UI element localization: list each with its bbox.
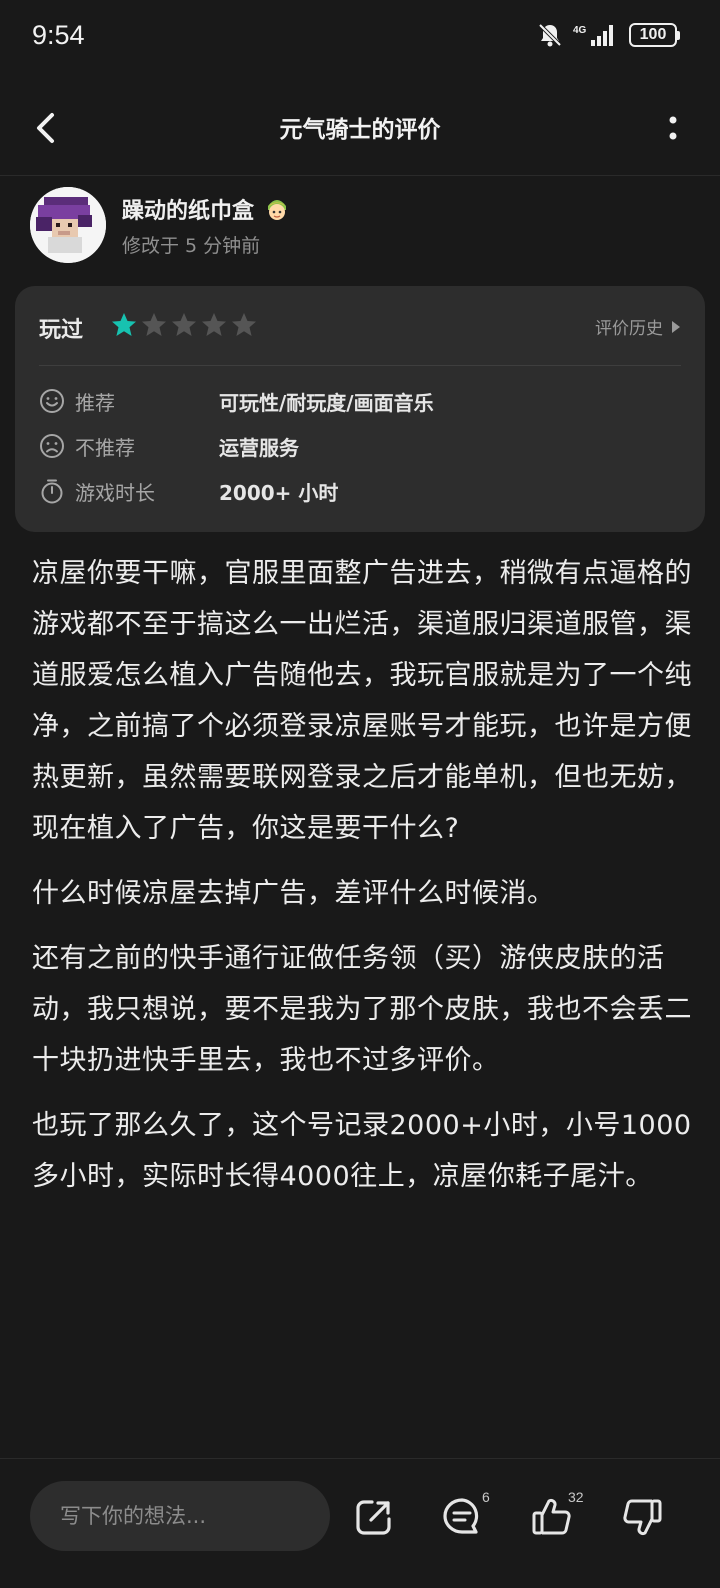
status-time: 9:54 bbox=[32, 20, 85, 50]
battery-level: 100 bbox=[629, 23, 677, 47]
playtime-row: 游戏时长 2000+ 小时 bbox=[39, 473, 338, 509]
card-divider bbox=[39, 365, 681, 366]
rating-history-link[interactable]: 评价历史 bbox=[595, 314, 681, 339]
rating-history-label: 评价历史 bbox=[595, 319, 663, 339]
modified-time: 修改于 5 分钟前 bbox=[122, 234, 261, 257]
frown-icon bbox=[40, 434, 64, 458]
not-recommend-value: 运营服务 bbox=[219, 435, 299, 460]
status-icons: 4G 100 bbox=[537, 22, 680, 48]
share-button[interactable] bbox=[352, 1495, 398, 1541]
stopwatch-icon bbox=[41, 479, 63, 504]
played-label: 玩过 bbox=[39, 318, 84, 343]
review-paragraph: 还有之前的快手通行证做任务领（买）游侠皮肤的活动，我只想说，要不是我为了那个皮肤… bbox=[32, 943, 692, 1076]
not-recommend-label: 不推荐 bbox=[75, 435, 135, 460]
avatar[interactable] bbox=[30, 187, 106, 263]
star-empty-icon bbox=[202, 313, 226, 336]
bell-muted-icon bbox=[538, 23, 562, 47]
star-empty-icon bbox=[172, 313, 196, 336]
network-type-label: 4G bbox=[573, 25, 587, 36]
review-paragraph: 凉屋你要干嘛，官服里面整广告进去，稍微有点逼格的游戏都不至于搞这么一出烂活，渠道… bbox=[32, 558, 692, 844]
not-recommend-row: 不推荐 运营服务 bbox=[39, 428, 299, 464]
recommend-row: 推荐 可玩性/耐玩度/画面音乐 bbox=[39, 383, 434, 419]
review-author[interactable]: 躁动的纸巾盒 修改于 5 分钟前 bbox=[30, 186, 292, 264]
star-rating bbox=[111, 312, 257, 338]
comment-button[interactable]: 6 bbox=[440, 1489, 490, 1541]
star-empty-icon bbox=[142, 313, 166, 336]
triangle-right-icon bbox=[672, 320, 680, 333]
share-icon bbox=[356, 1500, 391, 1535]
battery-indicator: 100 bbox=[629, 23, 680, 47]
like-count: 32 bbox=[568, 1489, 584, 1505]
comment-icon bbox=[443, 1498, 479, 1534]
rating-card: 玩过 评价历史 推荐 可玩性/耐玩度/画面音乐 不推荐 运营服务 游戏时长 20… bbox=[15, 286, 705, 532]
more-vertical-icon[interactable] bbox=[666, 110, 680, 146]
author-name[interactable]: 躁动的纸巾盒 bbox=[122, 193, 254, 225]
signal-icon: 4G bbox=[573, 25, 613, 46]
comment-input[interactable] bbox=[30, 1481, 330, 1551]
pixel-avatar-icon bbox=[30, 187, 106, 263]
bottom-action-bar: 6 32 bbox=[0, 1458, 720, 1588]
like-button[interactable]: 32 bbox=[530, 1489, 584, 1541]
star-empty-icon bbox=[232, 313, 256, 336]
playtime-value: 2000+ 小时 bbox=[219, 480, 339, 505]
character-badge-icon bbox=[268, 199, 287, 220]
recommend-value: 可玩性/耐玩度/画面音乐 bbox=[219, 390, 434, 415]
review-paragraph: 什么时候凉屋去掉广告，差评什么时候消。 bbox=[32, 878, 555, 909]
review-body: 凉屋你要干嘛，官服里面整广告进去，稍微有点逼格的游戏都不至于搞这么一出烂活，渠道… bbox=[32, 548, 692, 1216]
comment-count: 6 bbox=[482, 1489, 490, 1505]
thumbs-down-icon bbox=[623, 1499, 662, 1536]
playtime-label: 游戏时长 bbox=[75, 480, 155, 505]
dislike-button[interactable] bbox=[620, 1495, 666, 1541]
review-paragraph: 也玩了那么久了，这个号记录2000+小时，小号1000多小时，实际时长得4000… bbox=[32, 1110, 692, 1192]
page-title: 元气骑士的评价 bbox=[279, 117, 441, 143]
status-bar: 9:54 4G 100 bbox=[0, 0, 720, 78]
nav-bar: 元气骑士的评价 bbox=[0, 80, 720, 176]
star-filled-icon bbox=[112, 313, 136, 336]
recommend-label: 推荐 bbox=[75, 390, 115, 415]
smile-icon bbox=[40, 389, 64, 413]
